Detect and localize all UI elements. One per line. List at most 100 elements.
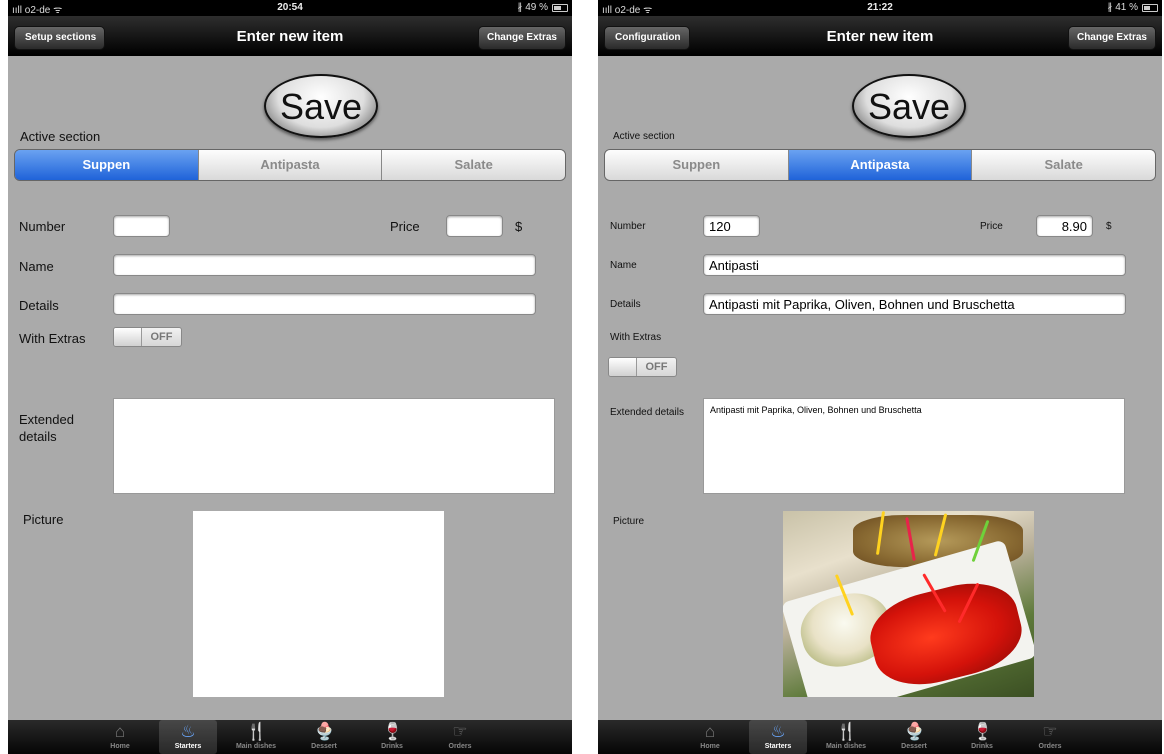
change-extras-button[interactable]: Change Extras (1067, 26, 1156, 50)
active-section-label: Active section (613, 131, 675, 142)
clock: 20:54 (277, 2, 303, 13)
status-bar: ııll o2-de ᯤ 20:54 ∦ 49 % (8, 0, 572, 16)
tab-label: Starters (764, 743, 792, 750)
tab-label: Drinks (381, 743, 403, 750)
tab-drinks[interactable]: 🍷 Drinks (363, 720, 421, 754)
clock: 21:22 (867, 2, 893, 13)
screen-new-item-empty: ııll o2-de ᯤ 20:54 ∦ 49 % Setup sections… (8, 0, 572, 754)
save-button[interactable]: Save (264, 74, 378, 138)
with-extras-toggle[interactable]: OFF (608, 357, 677, 377)
with-extras-label: With Extras (19, 331, 86, 346)
segment-suppen[interactable]: Suppen (15, 150, 199, 180)
name-label: Name (610, 260, 637, 271)
toggle-knob (609, 358, 637, 376)
tab-label: Dessert (311, 743, 337, 750)
screen-new-item-filled: ııll o2-de ᯤ 21:22 ∦ 41 % Configuration … (598, 0, 1162, 754)
price-label: Price (980, 221, 1003, 232)
home-icon: ⌂ (704, 722, 716, 741)
extended-details-field[interactable] (113, 398, 555, 494)
number-field[interactable]: 120 (703, 215, 760, 237)
segment-salate[interactable]: Salate (382, 150, 565, 180)
save-button-label: Save (279, 86, 363, 127)
save-button[interactable]: Save (852, 74, 966, 138)
status-bar: ııll o2-de ᯤ 21:22 ∦ 41 % (598, 0, 1162, 16)
tab-label: Starters (174, 743, 202, 750)
cutlery-icon: 🍴 (246, 722, 268, 741)
currency-label: $ (515, 219, 523, 234)
tab-home[interactable]: ⌂ Home (681, 720, 739, 754)
number-label: Number (610, 221, 646, 232)
segment-suppen[interactable]: Suppen (605, 150, 789, 180)
tab-home[interactable]: ⌂ Home (91, 720, 149, 754)
name-field[interactable] (113, 254, 536, 276)
battery-label: ∦ 49 % (517, 2, 548, 13)
tab-main-dishes[interactable]: 🍴 Main dishes (817, 720, 875, 754)
picture-label: Picture (613, 516, 645, 527)
name-label: Name (19, 259, 54, 274)
tab-label: Dessert (901, 743, 927, 750)
battery-label: ∦ 41 % (1107, 2, 1138, 13)
home-icon: ⌂ (114, 722, 126, 741)
battery-icon (1142, 4, 1158, 12)
toggle-knob (114, 328, 142, 346)
tab-orders[interactable]: ☞ Orders (431, 720, 489, 754)
picture-placeholder[interactable] (193, 511, 444, 697)
toggle-state: OFF (645, 361, 668, 373)
battery-icon (552, 4, 568, 12)
orders-icon: ☞ (1042, 722, 1058, 741)
name-field[interactable]: Antipasti (703, 254, 1126, 276)
tab-drinks[interactable]: 🍷 Drinks (953, 720, 1011, 754)
dessert-icon: 🍨 (904, 722, 926, 741)
with-extras-label: With Extras (610, 332, 662, 343)
details-label: Details (610, 299, 641, 310)
orders-icon: ☞ (452, 722, 468, 741)
cutlery-icon: 🍴 (836, 722, 858, 741)
tab-dessert[interactable]: 🍨 Dessert (295, 720, 353, 754)
tab-main-dishes[interactable]: 🍴 Main dishes (227, 720, 285, 754)
tab-bar: ⌂ Home ♨ Starters 🍴 Main dishes 🍨 Dessert 🍷 D… (598, 720, 1162, 754)
tab-dessert[interactable]: 🍨 Dessert (885, 720, 943, 754)
extended-details-field[interactable]: Antipasti mit Paprika, Oliven, Bohnen un… (703, 398, 1125, 494)
with-extras-toggle[interactable]: OFF (113, 327, 182, 347)
price-label: Price (390, 219, 420, 234)
currency-label: $ (1106, 221, 1112, 232)
change-extras-button[interactable]: Change Extras (477, 26, 566, 50)
section-segmented-control: Suppen Antipasta Salate (604, 149, 1156, 181)
details-label: Details (19, 298, 59, 313)
save-button-label: Save (867, 86, 951, 127)
picture-label: Picture (23, 512, 64, 527)
drinks-icon: 🍷 (382, 722, 404, 741)
segment-salate[interactable]: Salate (972, 150, 1155, 180)
tab-starters[interactable]: ♨ Starters (749, 720, 807, 754)
starters-icon: ♨ (180, 722, 196, 741)
tab-label: Drinks (971, 743, 993, 750)
tab-label: Main dishes (825, 743, 867, 750)
extended-details-label: Extended details (19, 412, 74, 444)
segment-antipasta[interactable]: Antipasta (788, 150, 973, 180)
details-field[interactable] (113, 293, 536, 315)
number-field[interactable] (113, 215, 170, 237)
segment-antipasta[interactable]: Antipasta (198, 150, 383, 180)
navigation-bar: Configuration Enter new item Change Extr… (598, 16, 1162, 56)
tab-starters[interactable]: ♨ Starters (159, 720, 217, 754)
toggle-state: OFF (150, 331, 173, 343)
starters-icon: ♨ (770, 722, 786, 741)
tab-label: Home (700, 743, 720, 750)
active-section-label: Active section (20, 129, 101, 144)
tab-label: Orders (1038, 743, 1062, 750)
section-segmented-control: Suppen Antipasta Salate (14, 149, 566, 181)
details-field[interactable]: Antipasti mit Paprika, Oliven, Bohnen un… (703, 293, 1126, 315)
price-field[interactable] (446, 215, 503, 237)
extended-details-label: Extended details (610, 407, 684, 418)
tab-bar: ⌂ Home ♨ Starters 🍴 Main dishes 🍨 Dessert 🍷 D… (8, 720, 572, 754)
dish-photo[interactable] (783, 511, 1034, 697)
tab-label: Orders (448, 743, 472, 750)
number-label: Number (19, 219, 66, 234)
tab-label: Home (110, 743, 130, 750)
tab-orders[interactable]: ☞ Orders (1021, 720, 1079, 754)
dessert-icon: 🍨 (314, 722, 336, 741)
price-field[interactable]: 8.90 (1036, 215, 1093, 237)
navigation-bar: Setup sections Enter new item Change Ext… (8, 16, 572, 56)
drinks-icon: 🍷 (972, 722, 994, 741)
tab-label: Main dishes (235, 743, 277, 750)
